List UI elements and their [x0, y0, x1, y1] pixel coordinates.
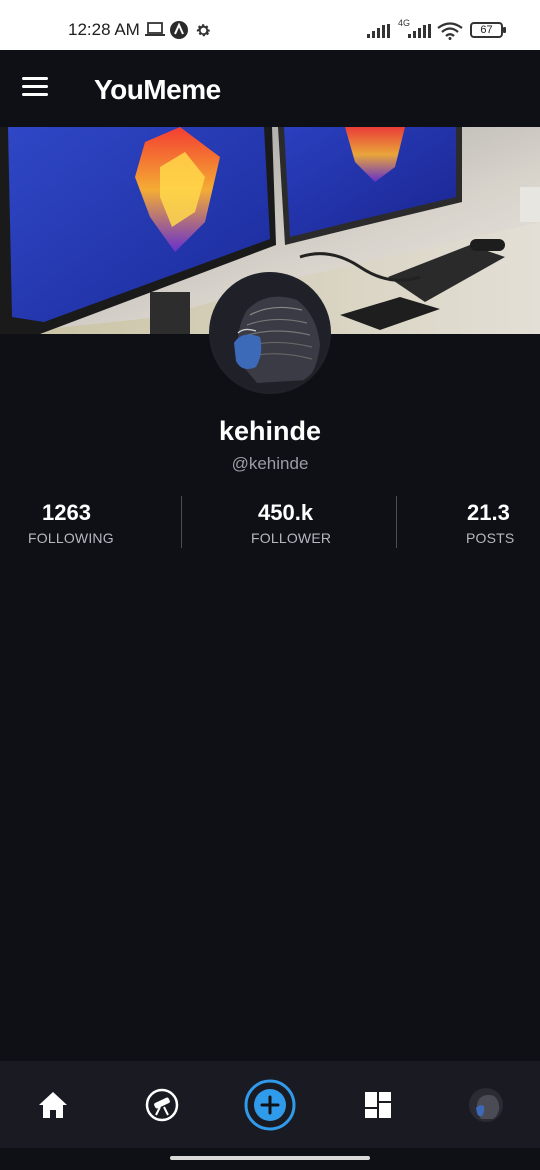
signal-4g-icon: 4G — [398, 18, 432, 45]
home-icon[interactable] — [23, 1061, 83, 1148]
status-time: 12:28 AM — [68, 20, 140, 39]
stat-value: 21.3 — [467, 500, 510, 525]
add-post-icon[interactable] — [240, 1061, 300, 1148]
battery-icon: 67 — [470, 22, 506, 38]
network-type-label: 4G — [398, 18, 411, 28]
settings-icon — [195, 22, 212, 44]
stat-value: 450.k — [258, 500, 314, 525]
wifi-icon — [437, 22, 463, 45]
stat-divider — [181, 496, 182, 548]
explore-telescope-icon[interactable] — [132, 1061, 192, 1148]
bottom-navigation — [0, 1061, 540, 1148]
profile-avatar-icon[interactable] — [456, 1061, 516, 1148]
stat-divider — [396, 496, 397, 548]
profile-avatar[interactable] — [209, 272, 331, 394]
app-notification-icon — [170, 21, 188, 44]
signal-icon — [367, 24, 391, 43]
home-gesture-bar[interactable] — [170, 1156, 370, 1160]
stat-value: 1263 — [42, 500, 91, 525]
profile-handle: @kehinde — [231, 454, 309, 473]
stat-label: FOLLOWER — [251, 530, 332, 546]
app-title: YouMeme — [94, 74, 221, 105]
stat-label: POSTS — [466, 530, 515, 546]
profile-name: kehinde — [218, 416, 322, 446]
app-header: YouMeme — [0, 50, 540, 127]
status-bar: 12:28 AM 4G 67 — [0, 0, 540, 50]
dashboard-grid-icon[interactable] — [348, 1061, 408, 1148]
laptop-icon — [145, 21, 165, 42]
hamburger-menu-icon[interactable] — [22, 77, 50, 99]
stat-label: FOLLOWING — [28, 530, 114, 546]
